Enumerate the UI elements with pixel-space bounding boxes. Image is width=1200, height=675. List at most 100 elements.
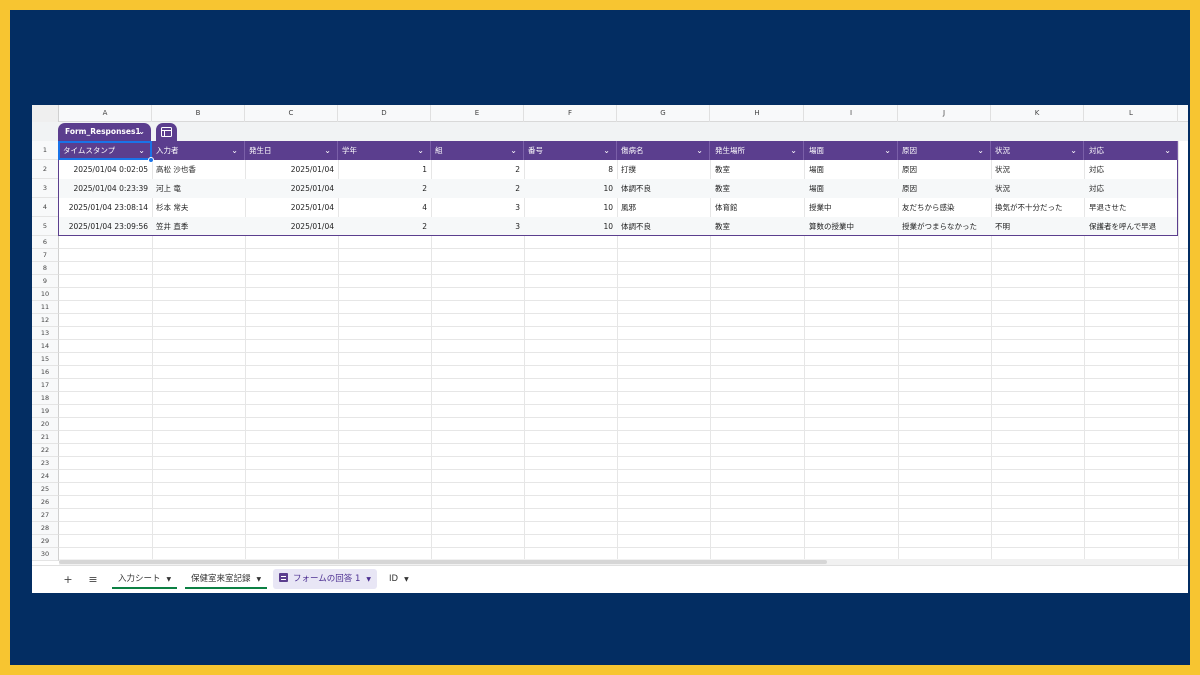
table-name-chip[interactable]: Form_Responses1 ⌄ [58,123,151,141]
chevron-down-icon[interactable]: ⌄ [1070,141,1077,160]
column-header-g[interactable]: G [617,105,710,122]
sheet-tab[interactable]: ID ▼ [383,569,415,589]
selected-cell[interactable] [58,141,152,160]
row-number[interactable]: 6 [32,236,59,249]
chevron-down-icon[interactable]: ⌄ [603,141,610,160]
sheet-tab-label: 保健室来室記録 [191,574,251,584]
sheet-tab[interactable]: 入力シート ▼ [112,569,178,589]
column-header-a[interactable]: A [59,105,152,122]
row-number[interactable]: 2 [32,160,59,179]
row-number[interactable]: 10 [32,288,59,301]
chevron-down-icon[interactable]: ⌄ [417,141,424,160]
column-header-j[interactable]: J [898,105,991,122]
row-number[interactable]: 14 [32,340,59,353]
row-number[interactable]: 16 [32,366,59,379]
table-view-icon[interactable] [156,123,177,141]
row-number[interactable]: 21 [32,431,59,444]
row-number[interactable]: 4 [32,198,59,217]
header-cell[interactable]: 組 ⌄ [431,141,524,160]
chevron-down-icon[interactable]: ⌄ [231,141,238,160]
header-label: 状況 [995,146,1010,155]
all-sheets-menu-button[interactable]: ≡ [84,571,102,589]
add-sheet-button[interactable]: + [59,571,77,589]
header-cell[interactable]: 発生場所 ⌄ [711,141,804,160]
row-number[interactable]: 26 [32,496,59,509]
sheet-tab[interactable]: 保健室来室記録 ▼ [185,569,268,589]
row-number[interactable]: 27 [32,509,59,522]
caret-down-icon[interactable]: ▼ [404,576,409,583]
column-header-e[interactable]: E [431,105,524,122]
chevron-down-icon[interactable]: ⌄ [324,141,331,160]
table-name: Form_Responses1 [65,127,141,136]
sheet-tab-label: ID [389,574,399,584]
row-number[interactable]: 25 [32,483,59,496]
header-label: 場面 [809,146,824,155]
row-number[interactable]: 28 [32,522,59,535]
row-number[interactable]: 29 [32,535,59,548]
column-header-c[interactable]: C [245,105,338,122]
header-cell[interactable]: 場面 ⌄ [805,141,898,160]
table-border [58,160,1178,236]
header-label: 学年 [342,146,357,155]
row-number[interactable]: 1 [32,141,59,160]
row-number[interactable]: 5 [32,217,59,236]
table-chip-row: Form_Responses1 ⌄ [32,122,1188,141]
empty-row [59,353,1188,366]
row-number[interactable]: 30 [32,548,59,561]
row-number[interactable]: 22 [32,444,59,457]
empty-row [59,392,1188,405]
chevron-down-icon[interactable]: ⌄ [1164,141,1171,160]
empty-row [59,327,1188,340]
row-number[interactable]: 20 [32,418,59,431]
scrollbar-thumb[interactable] [59,560,827,564]
sheet-tab[interactable]: フォームの回答 1 ▼ [273,569,377,589]
row-number[interactable]: 8 [32,262,59,275]
row-number[interactable]: 9 [32,275,59,288]
column-header-i[interactable]: I [805,105,898,122]
chevron-down-icon[interactable]: ⌄ [790,141,797,160]
header-cell[interactable]: 入力者 ⌄ [152,141,245,160]
header-cell[interactable]: 原因 ⌄ [898,141,991,160]
empty-row [59,314,1188,327]
row-number[interactable]: 18 [32,392,59,405]
column-header-b[interactable]: B [152,105,245,122]
header-cell[interactable]: 発生日 ⌄ [245,141,338,160]
header-cell[interactable]: 対応 ⌄ [1085,141,1178,160]
chevron-down-icon[interactable]: ⌄ [884,141,891,160]
row-number[interactable]: 15 [32,353,59,366]
column-header-l[interactable]: L [1085,105,1178,122]
empty-row [59,522,1188,535]
row-number[interactable]: 17 [32,379,59,392]
column-header-k[interactable]: K [991,105,1084,122]
row-number[interactable]: 3 [32,179,59,198]
row-number[interactable]: 24 [32,470,59,483]
chevron-down-icon[interactable]: ⌄ [977,141,984,160]
header-cell[interactable]: 状況 ⌄ [991,141,1084,160]
row-number[interactable]: 11 [32,301,59,314]
chevron-down-icon[interactable]: ⌄ [510,141,517,160]
column-header-h[interactable]: H [711,105,804,122]
empty-row [59,379,1188,392]
empty-row [59,496,1188,509]
row-number[interactable]: 19 [32,405,59,418]
column-header-f[interactable]: F [524,105,617,122]
row-number[interactable]: 23 [32,457,59,470]
column-header-d[interactable]: D [338,105,431,122]
chevron-down-icon: ⌄ [138,127,145,136]
caret-down-icon[interactable]: ▼ [366,576,371,583]
row-number[interactable]: 7 [32,249,59,262]
empty-row [59,288,1188,301]
fill-handle[interactable] [148,157,154,163]
select-all-corner[interactable] [32,105,59,122]
caret-down-icon[interactable]: ▼ [257,576,262,583]
caret-down-icon[interactable]: ▼ [167,576,172,583]
chevron-down-icon[interactable]: ⌄ [696,141,703,160]
row-number[interactable]: 12 [32,314,59,327]
header-cell[interactable]: 番号 ⌄ [524,141,617,160]
header-label: 発生日 [249,146,272,155]
empty-row [59,457,1188,470]
row-number[interactable]: 13 [32,327,59,340]
empty-row [59,509,1188,522]
header-cell[interactable]: 傷病名 ⌄ [617,141,710,160]
header-cell[interactable]: 学年 ⌄ [338,141,431,160]
